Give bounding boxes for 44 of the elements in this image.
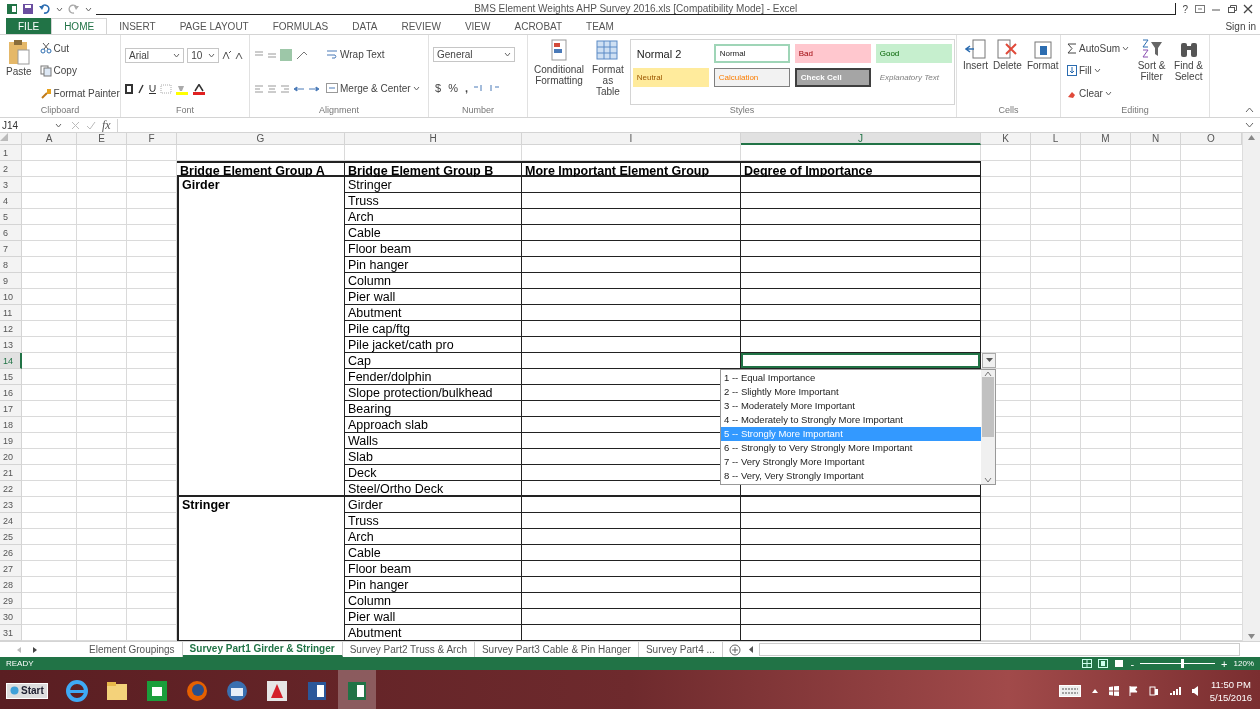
group-label: Number [461,105,495,117]
group-label: Styles [728,105,756,117]
table-cell: Floor beam [345,561,522,577]
table-cell: Column [345,593,522,609]
table-cell: Pier wall [345,609,522,625]
group-label: Cells [997,105,1020,117]
table-cell: Arch [345,529,522,545]
table-cell: Truss [345,513,522,529]
table-cell: Column [345,273,522,289]
group-label: Editing [1120,105,1150,117]
table-cell: Abutment [345,625,522,641]
table-cell: Slab [345,449,522,465]
table-cell: Arch [345,209,522,225]
column-heading: Bridge Element Group B [345,161,522,177]
table-cell: Pier wall [345,289,522,305]
table-cell: Stringer [345,177,522,193]
table-cell: Walls [345,433,522,449]
table-cell: Deck [345,465,522,481]
table-cell: Cap [345,353,522,369]
table-cell: Cable [345,545,522,561]
table-cell: Pin hanger [345,577,522,593]
table-cell: Bearing [345,401,522,417]
table-cell: Girder [345,497,522,513]
table-cell: Floor beam [345,241,522,257]
table-cell: Cable [345,225,522,241]
table-cell: Pile jacket/cath pro [345,337,522,353]
table-cell: Abutment [345,305,522,321]
group-label: Alignment [318,105,360,117]
table-cell: Steel/Ortho Deck [345,481,522,497]
table-cell: Pile cap/ftg [345,321,522,337]
column-heading: Bridge Element Group A [177,161,345,177]
window-title: BMS Element Weights AHP Survey 2016.xls [Compatibility Mode] - Excel [96,3,1177,15]
column-heading: Degree of Importance [741,161,981,177]
table-cell: Approach slab [345,417,522,433]
table-cell: Girder [177,177,345,497]
table-cell: Slope protection/bulkhead [345,385,522,401]
group-label: Clipboard [39,105,81,117]
status-text: READY [6,659,34,668]
table-cell: Pin hanger [345,257,522,273]
table-cell: Fender/dolphin [345,369,522,385]
group-label: Font [175,105,195,117]
table-cell: Truss [345,193,522,209]
table-cell: Stringer [177,497,345,641]
column-heading: More Important Element Group [522,161,741,177]
